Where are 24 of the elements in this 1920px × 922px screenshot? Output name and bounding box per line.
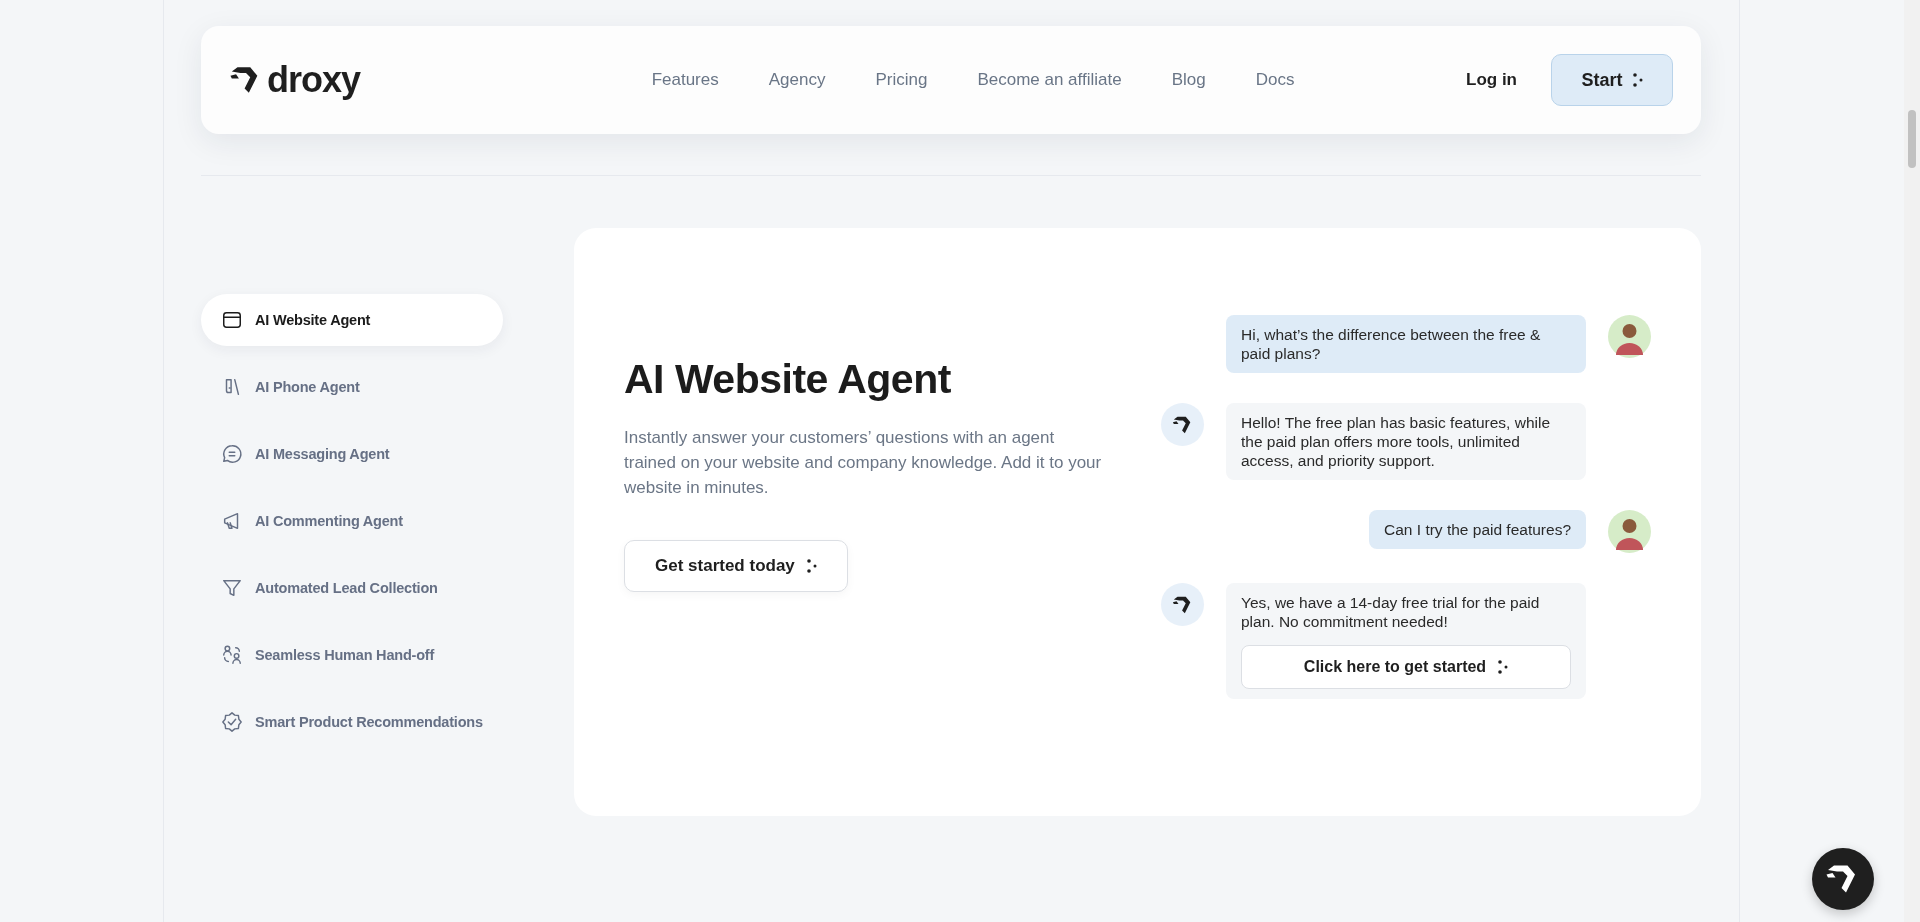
nav-link[interactable]: Pricing [875, 70, 928, 90]
sidebar-tab[interactable]: AI Website Agent [201, 294, 503, 346]
droxy-logo[interactable]: droxy [229, 59, 361, 101]
user-message: Can I try the paid features? [1369, 510, 1586, 549]
nav-link[interactable]: Agency [768, 70, 826, 90]
user-message: Hi, what’s the difference between the free & paid plans? [1226, 315, 1586, 373]
feature-title: AI Website Agent [624, 356, 952, 403]
sidebar-tab[interactable]: Seamless Human Hand-off [201, 629, 503, 681]
nav-link[interactable]: Blog [1171, 70, 1206, 90]
sidebar-tab[interactable]: Automated Lead Collection [201, 562, 503, 614]
login-link[interactable]: Log in [1466, 70, 1517, 90]
get-started-button[interactable]: Get started today [624, 540, 848, 592]
sidebar-tab[interactable]: Smart Product Recommendations [201, 696, 503, 748]
get-started-button[interactable]: Click here to get started [1241, 645, 1571, 689]
sidebar-tab[interactable]: AI Commenting Agent [201, 495, 503, 547]
start-button[interactable]: Start [1551, 54, 1673, 106]
message-text: Yes, we have a 14-day free trial for the paid plan. No commitment needed! [1241, 593, 1541, 631]
feature-description: Instantly answer your customers’ questions with an agent trained on your website and company knowledge. Add it to your website in minutes. [624, 427, 1103, 499]
sidebar-tab[interactable]: AI Phone Agent [201, 361, 503, 413]
nav-link[interactable]: Docs [1255, 70, 1295, 90]
nav-link[interactable]: Features [651, 70, 719, 90]
nav-link[interactable]: Become an affiliate [977, 70, 1122, 90]
bot-message: Hello! The free plan has basic features, while the paid plan offers more tools, unlimited access, and priority support. [1226, 403, 1586, 480]
sidebar-tab[interactable]: AI Messaging Agent [201, 428, 503, 480]
